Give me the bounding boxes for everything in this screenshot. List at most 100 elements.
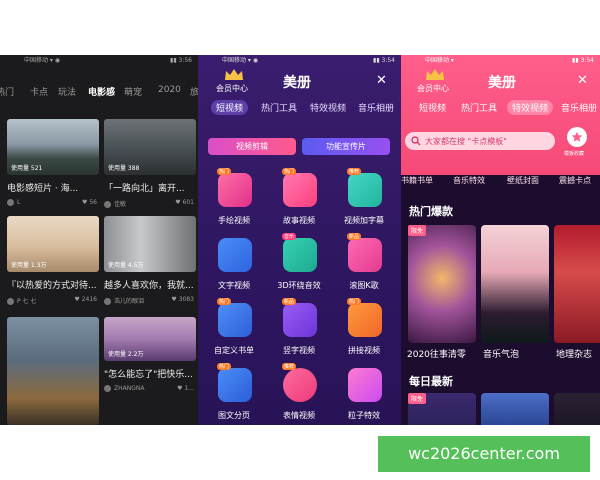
author-name: 佳敏 xyxy=(114,201,127,208)
tool-3d-surround-audio[interactable]: 音乐 3D环绕音效 xyxy=(268,233,330,300)
like-count: ♥ 2416 xyxy=(74,296,97,303)
avatar xyxy=(7,298,14,305)
tool-scroll-karaoke[interactable]: 新品滚图K歌 xyxy=(333,233,395,300)
card-title: 电影感短片 · 海... xyxy=(7,184,79,194)
card-thumbnail[interactable]: 使用量 4.5万 xyxy=(104,216,196,272)
tab-beat[interactable]: 卡点 xyxy=(30,85,48,98)
tab-hot[interactable]: 热门 xyxy=(0,85,14,98)
card-thumbnail[interactable]: 使用量 2.2万 xyxy=(104,317,196,361)
card-thumbnail[interactable]: 使用量 521 xyxy=(7,119,99,175)
author-name: 浩儿的眼泪 xyxy=(114,298,145,305)
template-label: 2020往事清零 xyxy=(407,350,466,360)
hot-template-card[interactable] xyxy=(481,225,549,343)
app-panel-templates-home: 中国移动 ▾ ▮▮ 3:54 会员中心 美册 ✕ 短视频 热门工具 特效视频 音… xyxy=(401,55,600,425)
tool-text-image-pages[interactable]: 热门 图文分页 xyxy=(203,363,265,425)
emoji-icon xyxy=(283,368,317,402)
hot-template-card[interactable] xyxy=(554,225,600,343)
member-center-link[interactable]: 会员中心 xyxy=(216,83,248,94)
tool-badge: 热门 xyxy=(217,298,232,305)
tool-emoji-video[interactable]: 推荐 表情视频 xyxy=(268,363,330,425)
crown-icon[interactable] xyxy=(425,68,445,81)
template-card[interactable]: 使用量 388 「一路向北」离开... 佳敏 ♥ 601 xyxy=(104,119,196,209)
tab-play[interactable]: 玩法 xyxy=(58,85,76,98)
template-card[interactable]: 使用量 1.3万 『以热爱的方式对待... P 七 七 ♥ 2416 xyxy=(7,216,99,306)
close-icon[interactable]: ✕ xyxy=(577,73,588,88)
tool-label: 粒子特效 xyxy=(348,411,380,420)
tool-label: 自定义书单 xyxy=(214,346,254,355)
search-placeholder: 大家都在搜 "卡点模板" xyxy=(425,137,507,146)
book-icon xyxy=(218,303,252,337)
app-title: 美册 xyxy=(488,75,516,91)
clock-text: ▮▮ 3:54 xyxy=(572,57,594,64)
template-collection-button[interactable] xyxy=(567,127,587,147)
clock-text: ▮▮ 3:54 xyxy=(373,57,395,64)
daily-section-title: 每日最新 xyxy=(409,375,453,388)
brush-icon xyxy=(218,173,252,207)
crown-icon[interactable] xyxy=(224,68,244,81)
tab-music-album[interactable]: 音乐相册 xyxy=(358,101,394,114)
category-wallpaper[interactable]: 壁纸封面 xyxy=(507,175,539,186)
tool-label: 滚图K歌 xyxy=(349,281,379,290)
member-center-link[interactable]: 会员中心 xyxy=(417,83,449,94)
category-music-effect[interactable]: 音乐特效 xyxy=(453,175,485,186)
tool-story-video[interactable]: 热门 故事视频 xyxy=(268,168,330,235)
tool-text-video[interactable]: 文字视频 xyxy=(203,238,265,300)
card-title: 「一路向北」离开... xyxy=(104,184,185,194)
promo-video-button[interactable]: 功能宣传片 xyxy=(302,138,390,155)
template-card[interactable] xyxy=(7,317,99,425)
carrier-text: 中国移动 ▾ ◉ xyxy=(222,57,259,64)
tab-short-video[interactable]: 短视频 xyxy=(419,101,446,114)
category-booklist[interactable]: 书籍书单 xyxy=(401,175,433,186)
author-name: ZHANGNA xyxy=(114,385,145,392)
tab-hot-tools[interactable]: 热门工具 xyxy=(461,101,497,114)
carrier-text: 中国移动 ▾ xyxy=(425,57,454,64)
tool-label: 竖字视频 xyxy=(283,346,315,355)
hot-template-card[interactable] xyxy=(408,225,476,343)
like-count: ♥ 3083 xyxy=(171,296,194,303)
template-card[interactable]: 使用量 521 电影感短片 · 海... L ♥ 56 xyxy=(7,119,99,209)
card-thumbnail[interactable]: 使用量 388 xyxy=(104,119,196,175)
heart-icon: ♥ xyxy=(82,199,88,206)
search-input[interactable]: 大家都在搜 "卡点模板" xyxy=(405,132,555,150)
tool-badge: 热门 xyxy=(217,363,232,370)
tool-particle-effect[interactable]: 粒子特效 xyxy=(333,368,395,425)
tool-badge: 新品 xyxy=(347,233,362,240)
star-icon xyxy=(571,131,583,142)
tool-hand-drawn-video[interactable]: 热门 手绘视频 xyxy=(203,168,265,235)
tab-music-album[interactable]: 音乐相册 xyxy=(561,101,597,114)
daily-template-card[interactable] xyxy=(554,393,600,425)
app-panel-tools: 中国移动 ▾ ◉ ▮▮ 3:54 会员中心 美册 ✕ 短视频 热门工具 特效视频… xyxy=(198,55,401,425)
card-thumbnail[interactable]: 使用量 1.3万 xyxy=(7,216,99,272)
tab-travel[interactable]: 旅 xyxy=(190,85,198,98)
video-edit-label: 视频剪辑 xyxy=(236,142,268,151)
category-beat[interactable]: 震撼卡点 xyxy=(559,175,591,186)
template-card[interactable]: 使用量 4.5万 越多人喜欢你，我就... 浩儿的眼泪 ♥ 3083 xyxy=(104,216,196,306)
tab-2020[interactable]: 2020 xyxy=(158,85,181,95)
promo-video-label: 功能宣传片 xyxy=(326,142,366,151)
tool-collage-video[interactable]: 热门 拼接视频 xyxy=(333,298,395,365)
microphone-icon xyxy=(348,238,382,272)
template-card[interactable]: 使用量 2.2万 "怎么能忘了"把快乐... ZHANGNA ♥ 1... xyxy=(104,317,196,395)
avatar xyxy=(104,298,111,305)
video-edit-button[interactable]: 视频剪辑 xyxy=(208,138,296,155)
tool-label: 手绘视频 xyxy=(218,216,250,225)
close-icon[interactable]: ✕ xyxy=(376,73,387,88)
usage-count: 使用量 388 xyxy=(108,165,140,172)
tab-short-video[interactable]: 短视频 xyxy=(211,100,249,115)
tab-effect-video[interactable]: 特效视频 xyxy=(507,100,554,115)
tool-custom-booklist[interactable]: 热门 自定义书单 xyxy=(203,298,265,365)
tab-hot-tools[interactable]: 热门工具 xyxy=(261,101,297,114)
tool-add-subtitles[interactable]: 推荐 视频加字幕 xyxy=(333,168,395,235)
carrier-text: 中国移动 ▾ ◉ xyxy=(24,57,61,64)
card-thumbnail[interactable] xyxy=(7,317,99,425)
tool-badge: 新品 xyxy=(282,298,297,305)
tab-effect-video[interactable]: 特效视频 xyxy=(310,101,346,114)
tab-pets[interactable]: 萌宠 xyxy=(124,85,142,98)
tool-badge: 热门 xyxy=(217,168,232,175)
tab-cinematic[interactable]: 电影感 xyxy=(88,85,115,98)
daily-template-card[interactable] xyxy=(481,393,549,425)
usage-count: 使用量 2.2万 xyxy=(108,351,144,358)
tool-badge: 推荐 xyxy=(282,363,297,370)
tool-label: 表情视频 xyxy=(283,411,315,420)
tool-vertical-text-video[interactable]: 新品 竖字视频 xyxy=(268,298,330,365)
